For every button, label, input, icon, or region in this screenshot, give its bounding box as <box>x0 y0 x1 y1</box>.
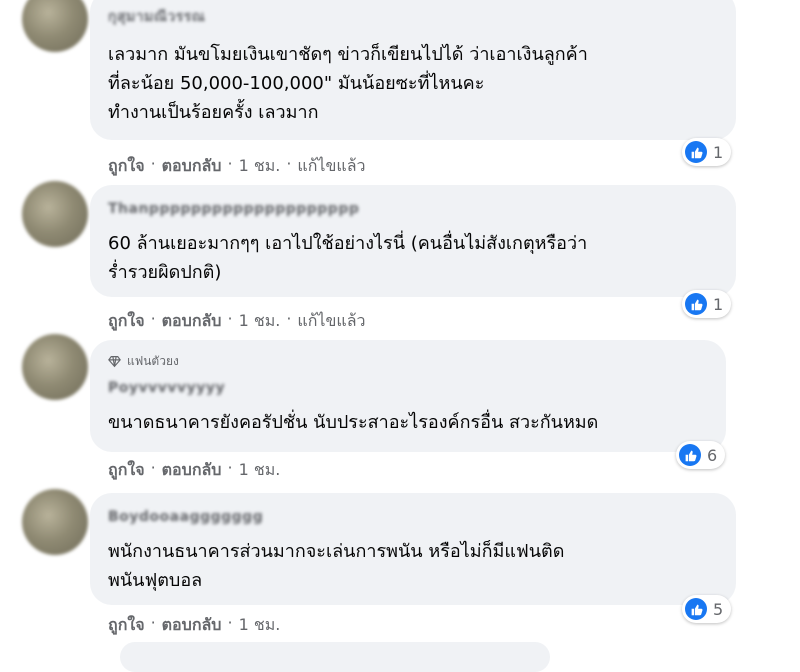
comment-bubble: Boydooaaggggggg พนักงานธนาคารส่วนมากจะเล… <box>90 493 736 605</box>
avatar[interactable] <box>22 181 88 247</box>
separator-dot: · <box>150 458 156 477</box>
reaction-number: 1 <box>713 142 724 162</box>
comment-text: 60 ล้านเยอะมากๆๆ เอาไปใช้อย่างไรนี่ (คนอ… <box>108 233 588 283</box>
commenter-name[interactable]: Thanpppppppppppppppppppp <box>108 201 359 217</box>
like-link[interactable]: ถูกใจ <box>108 458 145 483</box>
reaction-number: 6 <box>707 445 718 465</box>
reaction-count[interactable]: 5 <box>682 595 732 623</box>
commenter-name[interactable]: Boydooaaggggggg <box>108 509 263 525</box>
comment-1: กุสุมามณีวรรณ เลวมาก มันขโมยเงินเขาชัดๆ … <box>0 0 800 180</box>
comment-text: ขนาดธนาคารยังคอรัปชั่น นับประสาอะไรองค์ก… <box>108 412 599 433</box>
reply-link[interactable]: ตอบกลับ <box>162 613 222 638</box>
comment-actions: ถูกใจ · ตอบกลับ · 1 ชม. <box>108 458 280 483</box>
separator-dot: · <box>227 458 233 477</box>
next-comment-bubble-edge <box>120 642 550 672</box>
reply-link[interactable]: ตอบกลับ <box>162 458 222 483</box>
reaction-count[interactable]: 6 <box>676 441 726 469</box>
separator-dot: · <box>227 613 233 632</box>
like-icon <box>685 293 707 315</box>
comment-bubble: Thanpppppppppppppppppppp 60 ล้านเยอะมากๆ… <box>90 185 736 297</box>
reaction-number: 5 <box>713 599 724 619</box>
comment-text: เลวมาก มันขโมยเงินเขาชัดๆ ข่าวก็เขียนไปไ… <box>108 44 588 123</box>
timestamp[interactable]: 1 ชม. <box>239 458 281 483</box>
like-icon <box>679 444 701 466</box>
like-link[interactable]: ถูกใจ <box>108 613 145 638</box>
comment-actions: ถูกใจ · ตอบกลับ · 1 ชม. <box>108 613 280 638</box>
comment-text: พนักงานธนาคารส่วนมากจะเล่นการพนัน หรือไม… <box>108 541 565 591</box>
timestamp[interactable]: 1 ชม. <box>239 613 281 638</box>
commenter-name[interactable]: Poyvvvvvyyyy <box>108 380 225 396</box>
comment-bubble: กุสุมามณีวรรณ เลวมาก มันขโมยเงินเขาชัดๆ … <box>90 0 736 140</box>
reaction-number: 1 <box>713 294 724 314</box>
comment-2: Thanpppppppppppppppppppp 60 ล้านเยอะมากๆ… <box>0 175 800 335</box>
reaction-count[interactable]: 1 <box>682 290 732 318</box>
commenter-name[interactable]: กุสุมามณีวรรณ <box>108 6 205 28</box>
avatar[interactable] <box>22 334 88 400</box>
diamond-icon <box>108 356 121 368</box>
comment-bubble: แฟนตัวยง Poyvvvvvyyyy ขนาดธนาคารยังคอรัป… <box>90 340 726 452</box>
separator-dot: · <box>150 613 156 632</box>
reaction-count[interactable]: 1 <box>682 138 732 166</box>
badge-label: แฟนตัวยง <box>127 354 179 368</box>
comment-3: แฟนตัวยง Poyvvvvvyyyy ขนาดธนาคารยังคอรัป… <box>0 330 800 490</box>
top-fan-badge: แฟนตัวยง <box>108 352 179 371</box>
like-icon <box>685 141 707 163</box>
avatar[interactable] <box>22 0 88 52</box>
like-icon <box>685 598 707 620</box>
comment-4: Boydooaaggggggg พนักงานธนาคารส่วนมากจะเล… <box>0 485 800 650</box>
avatar[interactable] <box>22 489 88 555</box>
